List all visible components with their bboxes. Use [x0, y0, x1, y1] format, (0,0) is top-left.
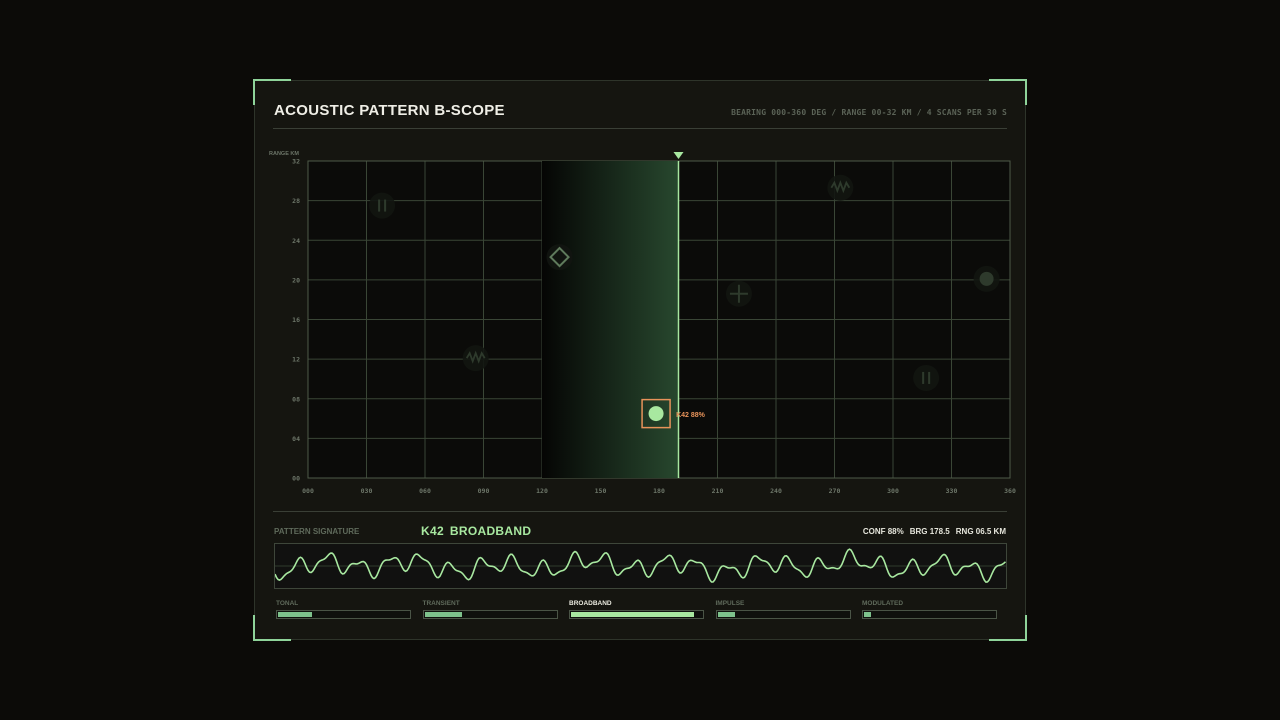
x-tick-label: 360 — [1004, 487, 1016, 495]
category-label: BROADBAND — [569, 600, 612, 607]
y-tick-label: 24 — [292, 237, 300, 245]
section-divider — [273, 511, 1007, 512]
category-bars: TONAL TRANSIENT BROADBAND IMPULSE MODULATED — [276, 600, 998, 624]
selected-contact-label: K42 88% — [676, 412, 706, 419]
contact-marker[interactable] — [546, 244, 573, 271]
x-tick-label: 060 — [419, 487, 431, 495]
x-tick-label: 030 — [361, 487, 373, 495]
category-modulated: MODULATED — [862, 600, 997, 619]
contact-marker[interactable] — [462, 345, 489, 372]
y-tick-label: 04 — [292, 435, 300, 443]
category-broadband: BROADBAND — [569, 600, 704, 619]
x-tick-label: 300 — [887, 487, 899, 495]
contact-marker[interactable] — [725, 280, 752, 307]
contact-marker[interactable] — [973, 265, 1000, 292]
contact-marker[interactable] — [913, 364, 940, 391]
y-tick-label: 28 — [292, 197, 300, 205]
category-fill — [864, 612, 872, 617]
x-tick-label: 210 — [712, 487, 724, 495]
x-tick-label: 240 — [770, 487, 782, 495]
y-tick-label: 08 — [292, 395, 300, 403]
signature-meta: CONF 88% BRG 178.5 RNG 06.5 KM — [857, 527, 1006, 536]
signature-class: BROADBAND — [449, 524, 532, 538]
category-label: IMPULSE — [715, 600, 745, 607]
category-fill — [717, 612, 736, 617]
x-tick-label: 120 — [536, 487, 548, 495]
category-fill — [424, 612, 463, 617]
x-tick-label: 090 — [478, 487, 490, 495]
contact-marker[interactable] — [369, 192, 396, 219]
category-label: MODULATED — [862, 600, 904, 607]
category-track — [862, 610, 997, 619]
sweep-marker-icon — [673, 152, 684, 159]
x-tick-label: 000 — [302, 487, 314, 495]
sweep-trail — [542, 161, 679, 478]
category-fill — [278, 612, 312, 617]
dot-icon — [648, 406, 664, 422]
y-tick-label: 32 — [292, 158, 300, 166]
y-tick-label: 20 — [292, 276, 300, 284]
y-tick-label: 16 — [292, 316, 300, 324]
waveform-trace — [275, 548, 1006, 583]
contact-marker[interactable] — [827, 174, 854, 201]
category-track — [715, 610, 851, 619]
category-label: TONAL — [276, 600, 299, 607]
signature-section-label: PATTERN SIGNATURE — [274, 527, 360, 536]
scope-panel: ACOUSTIC PATTERN B-SCOPE BEARING 000-360… — [253, 79, 1027, 641]
category-label: TRANSIENT — [422, 600, 460, 607]
category-transient: TRANSIENT — [422, 600, 558, 619]
signature-waveform — [274, 543, 1007, 589]
y-tick-label: 12 — [292, 356, 300, 364]
signature-name: K42 BROADBAND — [421, 524, 537, 538]
category-impulse: IMPULSE — [715, 600, 851, 619]
b-scope-display[interactable]: 000 030 060 090 120 150 180 210 240 270 300 330 360 3… — [255, 81, 1025, 511]
y-tick-label: 00 — [292, 475, 300, 483]
y-axis-title: RANGE KM — [269, 151, 299, 157]
signature-range: RNG 06.5 KM — [955, 527, 1006, 536]
signature-confidence: CONF 88% — [862, 527, 904, 536]
category-track — [569, 610, 704, 619]
signature-id: K42 — [421, 524, 444, 538]
x-tick-label: 270 — [829, 487, 841, 495]
category-track — [422, 610, 558, 619]
dot-icon — [979, 271, 994, 286]
x-tick-label: 150 — [595, 487, 607, 495]
x-tick-label: 180 — [653, 487, 665, 495]
x-tick-label: 330 — [946, 487, 958, 495]
signature-bearing: BRG 178.5 — [909, 527, 950, 536]
category-tonal: TONAL — [276, 600, 411, 619]
category-track — [276, 610, 411, 619]
category-fill — [571, 612, 695, 617]
